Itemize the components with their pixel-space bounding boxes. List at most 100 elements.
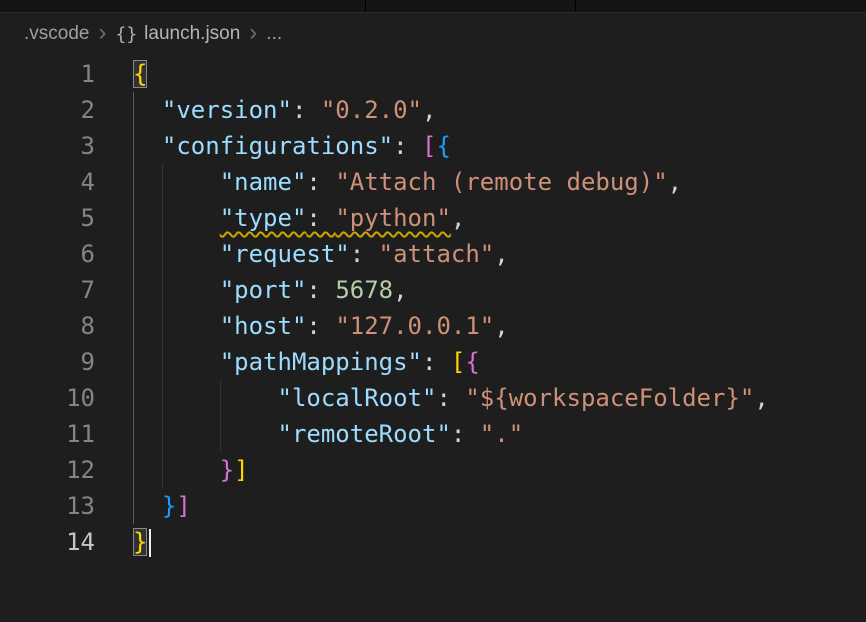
indent-guide (162, 344, 163, 380)
line-number[interactable]: 7 (0, 272, 95, 308)
code-line[interactable]: 3 "configurations": [{ (0, 128, 866, 164)
indent-guide (162, 236, 163, 272)
line-number[interactable]: 3 (0, 128, 95, 164)
code-line[interactable]: 7 "port": 5678, (0, 272, 866, 308)
code-token (133, 420, 278, 448)
code-token: } (162, 492, 176, 520)
code-line[interactable]: 2 "version": "0.2.0", (0, 92, 866, 128)
code-token (133, 240, 220, 268)
line-number[interactable]: 5 (0, 200, 95, 236)
code-token: ] (176, 492, 190, 520)
code-token: } (220, 456, 234, 484)
code-line[interactable]: 9 "pathMappings": [{ (0, 344, 866, 380)
line-number[interactable]: 11 (0, 416, 95, 452)
indent-guide (220, 416, 221, 452)
line-number[interactable]: 4 (0, 164, 95, 200)
indent-guide (133, 128, 134, 164)
code-token: { (465, 348, 479, 376)
code-line[interactable]: 8 "host": "127.0.0.1", (0, 308, 866, 344)
line-number[interactable]: 8 (0, 308, 95, 344)
code-token (133, 312, 220, 340)
code-token: "attach" (379, 240, 495, 268)
code-token (133, 204, 220, 232)
code-line[interactable]: 4 "name": "Attach (remote debug)", (0, 164, 866, 200)
code-line[interactable]: 1{ (0, 56, 866, 92)
code-token: "configurations" (162, 132, 393, 160)
code-token: : (306, 168, 335, 196)
code-token: , (494, 240, 508, 268)
code-line[interactable]: 11 "remoteRoot": "." (0, 416, 866, 452)
code-token: [ (451, 348, 465, 376)
code-line[interactable]: 13 }] (0, 488, 866, 524)
indent-guide (133, 272, 134, 308)
code-content: "localRoot": "${workspaceFolder}", (133, 380, 769, 416)
code-token (133, 132, 162, 160)
code-line[interactable]: 12 }] (0, 452, 866, 488)
tab-divider (575, 0, 576, 12)
code-line[interactable]: 6 "request": "attach", (0, 236, 866, 272)
code-token: : (306, 276, 335, 304)
line-number[interactable]: 14 (0, 524, 95, 560)
breadcrumb-folder[interactable]: .vscode (24, 23, 89, 45)
code-token: , (422, 96, 436, 124)
code-token (133, 168, 220, 196)
breadcrumb-file[interactable]: launch.json (144, 23, 240, 45)
code-content: "configurations": [{ (133, 128, 451, 164)
editor[interactable]: 1{2 "version": "0.2.0",3 "configurations… (0, 55, 866, 560)
code-token: "Attach (remote debug)" (335, 168, 667, 196)
indent-guide (133, 416, 134, 452)
indent-guide (133, 236, 134, 272)
indent-guide (162, 452, 163, 488)
code-token: "0.2.0" (321, 96, 422, 124)
code-token: "version" (162, 96, 292, 124)
breadcrumb-file-group[interactable]: {} launch.json (115, 23, 240, 45)
tab-divider (365, 0, 366, 12)
code-token (133, 348, 220, 376)
code-content: "type": "python", (133, 200, 465, 236)
json-file-icon: {} (115, 24, 137, 45)
code-token: , (754, 384, 768, 412)
line-number[interactable]: 1 (0, 56, 95, 92)
code-token: "python" (335, 204, 451, 232)
code-line[interactable]: 10 "localRoot": "${workspaceFolder}", (0, 380, 866, 416)
code-token: : (306, 204, 335, 232)
breadcrumb: .vscode › {} launch.json › ... (0, 13, 866, 55)
indent-guide (220, 380, 221, 416)
code-content: }] (133, 452, 249, 488)
code-token: : (393, 132, 422, 160)
code-token: "port" (220, 276, 307, 304)
code-token: "type" (220, 204, 307, 232)
code-line[interactable]: 14} (0, 524, 866, 560)
line-number[interactable]: 10 (0, 380, 95, 416)
indent-guide (133, 488, 134, 524)
code-token: , (393, 276, 407, 304)
indent-guide (133, 200, 134, 236)
indent-guide (133, 308, 134, 344)
matched-bracket: { (133, 60, 147, 88)
code-token: : (436, 384, 465, 412)
indent-guide (162, 200, 163, 236)
code-line[interactable]: 5 "type": "python", (0, 200, 866, 236)
code-token: [ (422, 132, 436, 160)
chevron-right-icon: › (249, 21, 257, 45)
code-token: "name" (220, 168, 307, 196)
chevron-right-icon: › (98, 21, 106, 45)
code-token: "localRoot" (278, 384, 437, 412)
matched-bracket: } (133, 528, 147, 556)
line-number[interactable]: 13 (0, 488, 95, 524)
indent-guide (133, 452, 134, 488)
code-token: : (350, 240, 379, 268)
indent-guide (162, 308, 163, 344)
code-content: "host": "127.0.0.1", (133, 308, 509, 344)
code-token: ] (234, 456, 248, 484)
line-number[interactable]: 2 (0, 92, 95, 128)
breadcrumb-symbol[interactable]: ... (266, 23, 282, 45)
indent-guide (162, 164, 163, 200)
line-number[interactable]: 12 (0, 452, 95, 488)
indent-guide (162, 416, 163, 452)
indent-guide (162, 272, 163, 308)
line-number[interactable]: 6 (0, 236, 95, 272)
code-token: "pathMappings" (220, 348, 422, 376)
text-cursor (149, 529, 151, 557)
line-number[interactable]: 9 (0, 344, 95, 380)
